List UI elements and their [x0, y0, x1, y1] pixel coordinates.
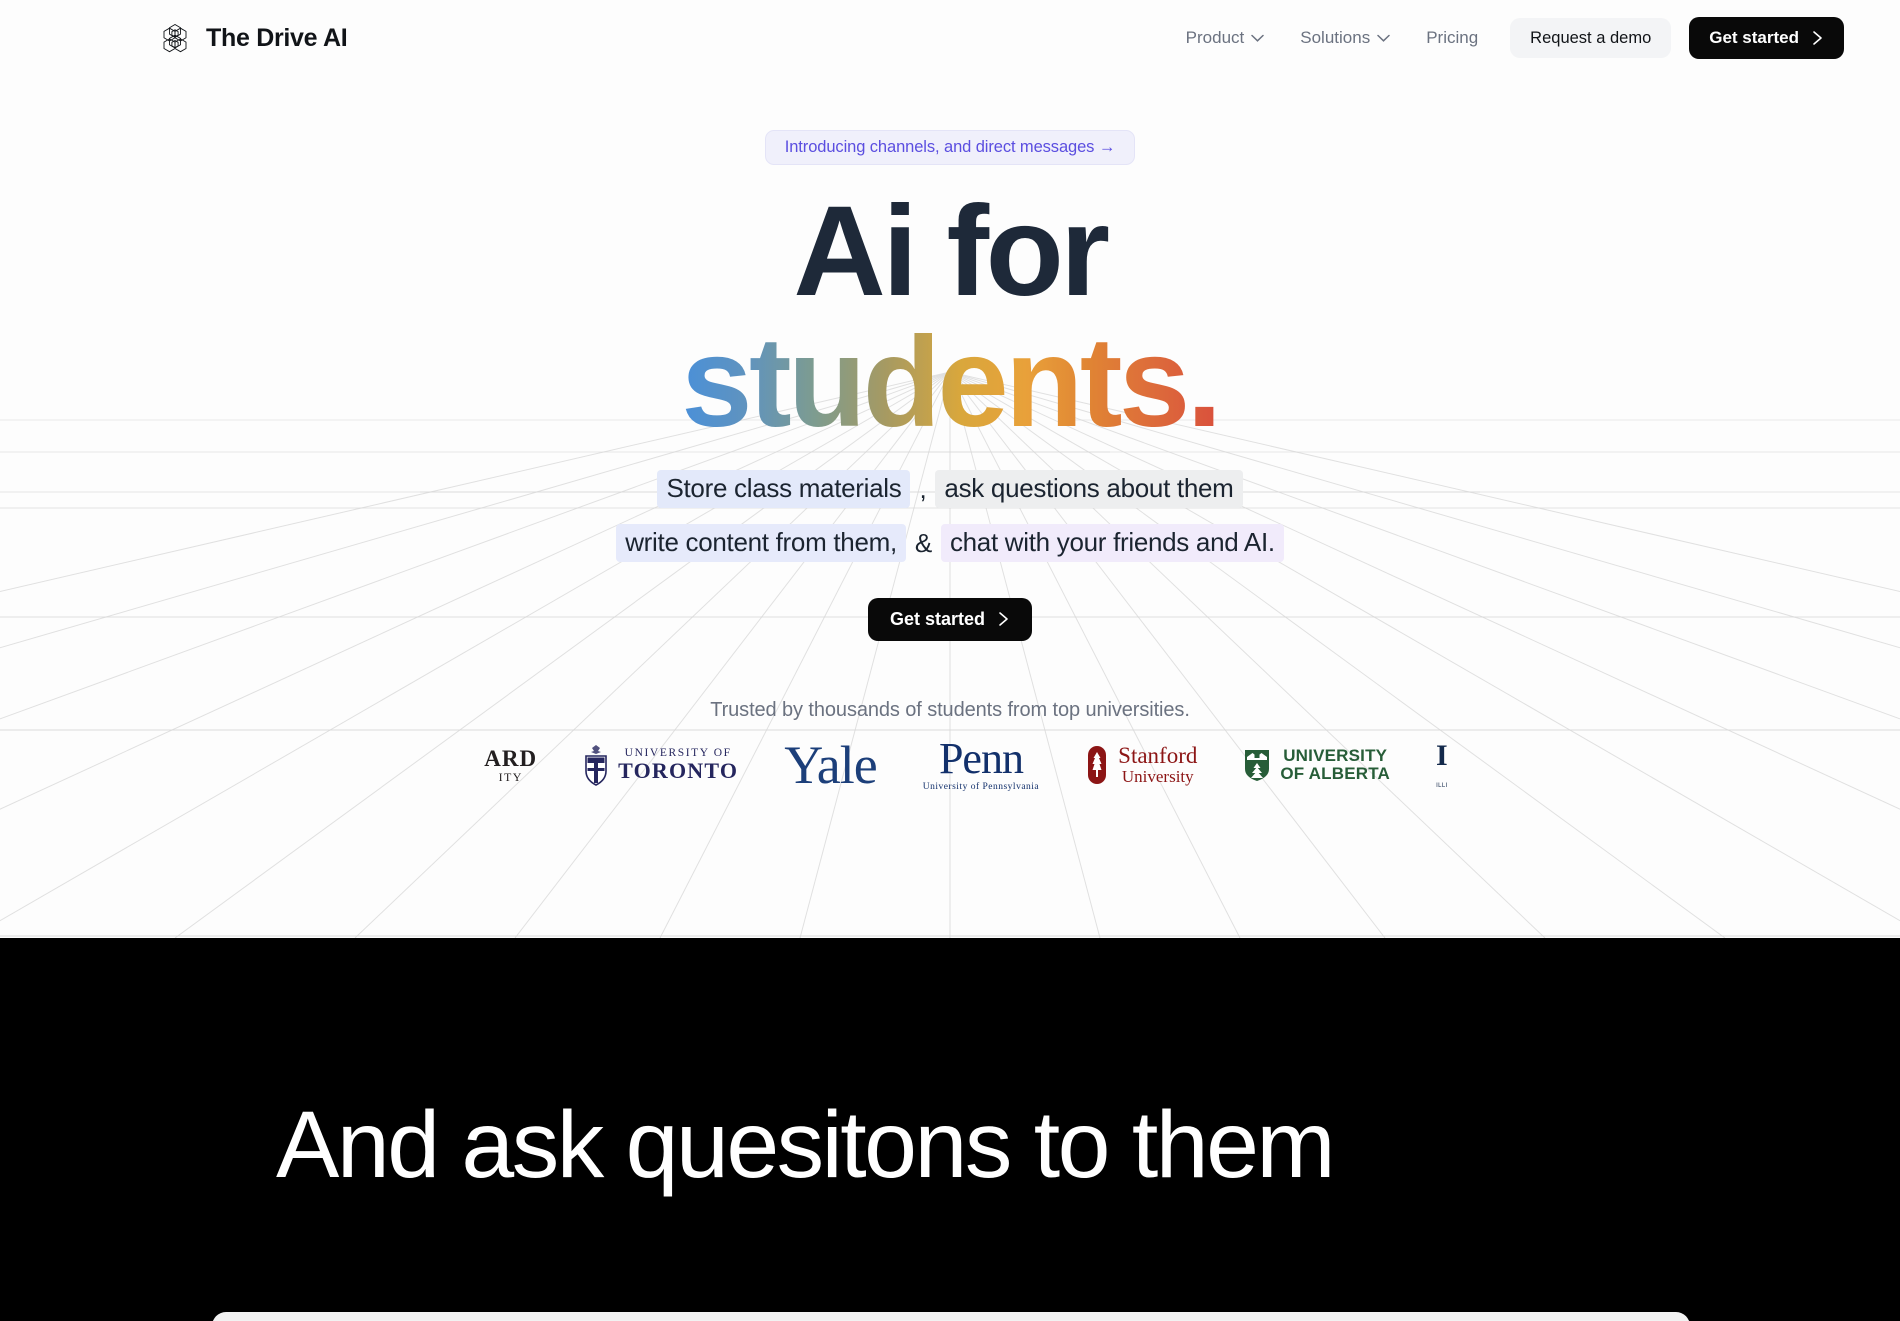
logo-penn-wordmark: Penn: [938, 735, 1024, 783]
logo-harvard-line-2: ITY: [498, 769, 523, 784]
nav-get-started-button[interactable]: Get started: [1689, 17, 1844, 59]
brand-logo[interactable]: The Drive AI: [158, 21, 348, 55]
announcement-banner[interactable]: Introducing channels, and direct message…: [764, 130, 1136, 165]
subtitle-separator-comma: ,: [919, 473, 927, 504]
logo-harvard-line-1: ARD: [484, 745, 538, 771]
logo-stanford-line-1: Stanford: [1118, 742, 1198, 768]
chevron-down-icon: [1251, 34, 1265, 42]
hexagon-cube-logo-icon: [163, 23, 187, 53]
hero-subtitle: Store class materials , ask questions ab…: [616, 469, 1284, 562]
request-demo-button[interactable]: Request a demo: [1510, 18, 1672, 58]
logo-yale-wordmark: Yale: [784, 735, 878, 794]
subtitle-chip-store-materials: Store class materials: [657, 469, 911, 508]
logo-penn: Penn University of Pennsylvania: [922, 735, 1040, 793]
subtitle-chip-chat-friends: chat with your friends and AI.: [940, 523, 1284, 562]
logo-university-of-alberta: UNIVERSITY OF ALBERTA: [1243, 745, 1391, 784]
logo-illinois: I ILLI: [1436, 738, 1448, 789]
nav-links: Product Solutions Pricing: [1186, 28, 1479, 48]
headline-line-2-gradient: students.: [681, 311, 1222, 455]
nav-item-pricing-label: Pricing: [1426, 28, 1479, 47]
social-proof-section: Trusted by thousands of students from to…: [0, 699, 1900, 794]
logo-alberta-line-1: UNIVERSITY: [1283, 745, 1388, 765]
brand-name: The Drive AI: [206, 23, 348, 52]
nav-item-product[interactable]: Product: [1186, 28, 1265, 48]
logo-penn-subtitle: University of Pennsylvania: [922, 781, 1040, 792]
top-navigation-bar: The Drive AI Product Solutions Pricing R…: [0, 0, 1900, 76]
logo-harvard: ARD ITY: [484, 745, 538, 784]
toronto-crest-icon: [585, 744, 607, 786]
dark-feature-section: And ask quesitons to them: [0, 938, 1900, 1321]
subtitle-row-1: Store class materials , ask questions ab…: [616, 469, 1284, 508]
chevron-down-icon: [1377, 34, 1390, 42]
logo-yale: Yale: [784, 735, 878, 794]
hero-section: The Drive AI Product Solutions Pricing R…: [0, 0, 1900, 938]
logo-stanford: Stanford University: [1085, 743, 1197, 787]
subtitle-chip-write-content: write content from them,: [616, 523, 906, 562]
headline-line-1: Ai for: [793, 180, 1110, 323]
subtitle-chip-ask-questions: ask questions about them: [935, 469, 1243, 508]
hero-get-started-label: Get started: [889, 608, 986, 629]
logo-toronto-line-2: TORONTO: [618, 758, 739, 784]
feature-preview-panel: [212, 1312, 1690, 1321]
hero-content: Introducing channels, and direct message…: [0, 76, 1900, 641]
hero-get-started-button[interactable]: Get started: [867, 597, 1033, 641]
logo-illinois-monogram: I: [1436, 738, 1448, 772]
nav-item-solutions-label: Solutions: [1300, 28, 1371, 47]
nav-get-started-label: Get started: [1709, 28, 1799, 47]
nav-item-product-label: Product: [1185, 28, 1245, 47]
logo-university-of-toronto: UNIVERSITY OF TORONTO: [583, 743, 738, 787]
subtitle-row-2: write content from them, & chat with you…: [616, 523, 1284, 562]
alberta-shield-icon: [1245, 749, 1270, 781]
chevron-right-icon: [999, 612, 1008, 627]
nav-item-solutions[interactable]: Solutions: [1300, 28, 1390, 48]
university-logo-strip: ARD ITY UNIVERSITY OF TORONTO Yale Penn …: [0, 736, 1900, 794]
stanford-tree-icon: [1088, 745, 1107, 784]
logo-illinois-subtitle: ILLI: [1436, 782, 1448, 789]
dark-section-title: And ask quesitons to them: [276, 1092, 1336, 1198]
trusted-by-label: Trusted by thousands of students from to…: [710, 698, 1190, 721]
landing-page: The Drive AI Product Solutions Pricing R…: [0, 0, 1900, 1321]
chevron-right-icon: [1813, 31, 1822, 45]
logo-alberta-line-2: OF ALBERTA: [1280, 763, 1391, 783]
nav-item-pricing[interactable]: Pricing: [1426, 28, 1478, 48]
page-title: Ai for students.: [681, 188, 1222, 455]
logo-stanford-line-2: University: [1121, 767, 1194, 787]
subtitle-separator-ampersand: &: [914, 527, 932, 558]
